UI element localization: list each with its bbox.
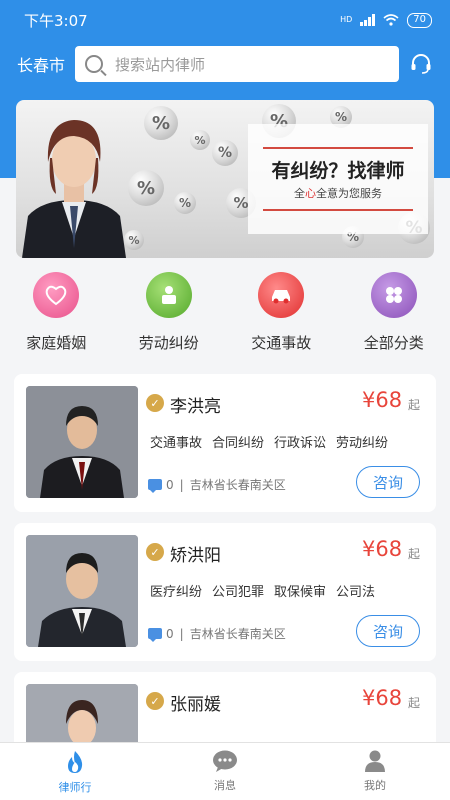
tab-label: 我的 — [364, 779, 386, 792]
practice-tag: 公司法 — [336, 585, 376, 600]
practice-tag: 公司犯罪 — [212, 585, 265, 600]
practice-tag: 交通事故 — [150, 436, 203, 451]
heart-icon — [33, 272, 80, 318]
lawyer-portrait — [22, 120, 126, 258]
lawyer-location: 吉林省长春南关区 — [189, 478, 286, 492]
city-selector[interactable]: 长春市 — [17, 52, 75, 76]
message-icon — [148, 628, 162, 642]
verified-icon: ✓ — [146, 394, 164, 412]
practice-tag: 取保候审 — [274, 585, 327, 600]
lawyer-price: ¥68 — [362, 388, 403, 412]
category-family[interactable]: 家庭婚姻 — [0, 272, 113, 358]
bottom-tab-bar: 律师行 消息 我的 — [0, 742, 450, 800]
car-icon — [258, 272, 305, 318]
lawyer-meta: 0 | 吉林省长春南关区 — [148, 476, 286, 493]
meta-separator: | — [179, 626, 184, 641]
percent-bubble: % — [124, 230, 144, 250]
chat-icon — [213, 750, 237, 772]
top-header: 长春市 搜索站内律师 — [0, 44, 450, 84]
lawyer-card[interactable]: ✓ 李洪亮 ¥68 起 交通事故 合同纠纷 行政诉讼 劳动纠纷 0 | 吉林省长… — [14, 374, 436, 512]
status-time: 下午3:07 — [24, 11, 88, 30]
category-traffic[interactable]: 交通事故 — [225, 272, 338, 358]
search-input[interactable]: 搜索站内律师 — [75, 46, 399, 82]
tab-lawyers[interactable]: 律师行 — [0, 743, 150, 800]
category-bar: 家庭婚姻 劳动纠纷 交通事故 全部分类 — [0, 272, 450, 358]
lawyer-location: 吉林省长春南关区 — [189, 627, 286, 641]
percent-bubble: % — [190, 130, 210, 150]
promo-banner[interactable]: % % % % % % % % % % % 有纠纷？找律师 全心全意为您服务 — [16, 100, 434, 258]
network-label: HD — [340, 15, 353, 24]
lawyer-meta: 0 | 吉林省长春南关区 — [148, 625, 286, 642]
wifi-icon — [383, 14, 399, 26]
worker-icon — [145, 272, 192, 318]
practice-tag: 合同纠纷 — [212, 436, 265, 451]
category-label: 劳动纠纷 — [138, 334, 199, 352]
flame-icon — [68, 751, 83, 773]
category-labor[interactable]: 劳动纠纷 — [113, 272, 226, 358]
price-unit: 起 — [408, 696, 421, 710]
price-unit: 起 — [408, 398, 421, 412]
percent-bubble: % — [144, 106, 178, 140]
percent-bubble: % — [212, 140, 238, 166]
practice-tag: 行政诉讼 — [274, 436, 327, 451]
banner-slogan: 有纠纷？找律师 全心全意为您服务 — [248, 124, 428, 234]
tab-profile[interactable]: 我的 — [300, 743, 450, 800]
battery-icon: 70 — [407, 12, 432, 28]
category-label: 交通事故 — [251, 334, 312, 352]
lawyer-price: ¥68 — [362, 537, 403, 561]
message-count: 0 — [166, 477, 174, 492]
tab-label: 律师行 — [58, 781, 92, 794]
person-icon — [365, 750, 385, 772]
lawyer-card[interactable]: ✓ 矫洪阳 ¥68 起 医疗纠纷 公司犯罪 取保候审 公司法 0 | 吉林省长春… — [14, 523, 436, 661]
verified-icon: ✓ — [146, 692, 164, 710]
lawyer-tags: 交通事故 合同纠纷 行政诉讼 劳动纠纷 — [150, 432, 388, 451]
banner-title: 有纠纷？找律师 — [271, 160, 405, 182]
verified-icon: ✓ — [146, 543, 164, 561]
lawyer-tags: 医疗纠纷 公司犯罪 取保候审 公司法 — [150, 581, 375, 600]
lawyer-name: 矫洪阳 — [170, 546, 221, 566]
grid-icon — [370, 272, 417, 318]
lawyer-photo — [26, 535, 138, 647]
percent-bubble: % — [174, 192, 196, 214]
category-all[interactable]: 全部分类 — [338, 272, 450, 358]
category-label: 家庭婚姻 — [26, 334, 87, 352]
lawyer-photo — [26, 386, 138, 498]
message-count: 0 — [166, 626, 174, 641]
lawyer-name: 张丽媛 — [170, 695, 221, 715]
meta-separator: | — [179, 477, 184, 492]
headset-icon[interactable] — [409, 52, 433, 76]
category-label: 全部分类 — [363, 334, 424, 352]
tab-label: 消息 — [214, 779, 236, 792]
percent-bubble: % — [128, 170, 164, 206]
practice-tag: 劳动纠纷 — [336, 436, 389, 451]
consult-button[interactable]: 咨询 — [356, 466, 420, 498]
message-icon — [148, 479, 162, 493]
signal-icon — [360, 14, 376, 26]
banner-subtitle: 全心全意为您服务 — [294, 187, 382, 200]
price-unit: 起 — [408, 547, 421, 561]
status-bar: 下午3:07 HD 70 — [0, 0, 450, 40]
consult-button[interactable]: 咨询 — [356, 615, 420, 647]
search-icon — [85, 55, 103, 73]
lawyer-price: ¥68 — [362, 686, 403, 710]
practice-tag: 医疗纠纷 — [150, 585, 203, 600]
lawyer-name: 李洪亮 — [170, 397, 221, 417]
search-placeholder: 搜索站内律师 — [115, 55, 206, 74]
tab-messages[interactable]: 消息 — [150, 743, 300, 800]
